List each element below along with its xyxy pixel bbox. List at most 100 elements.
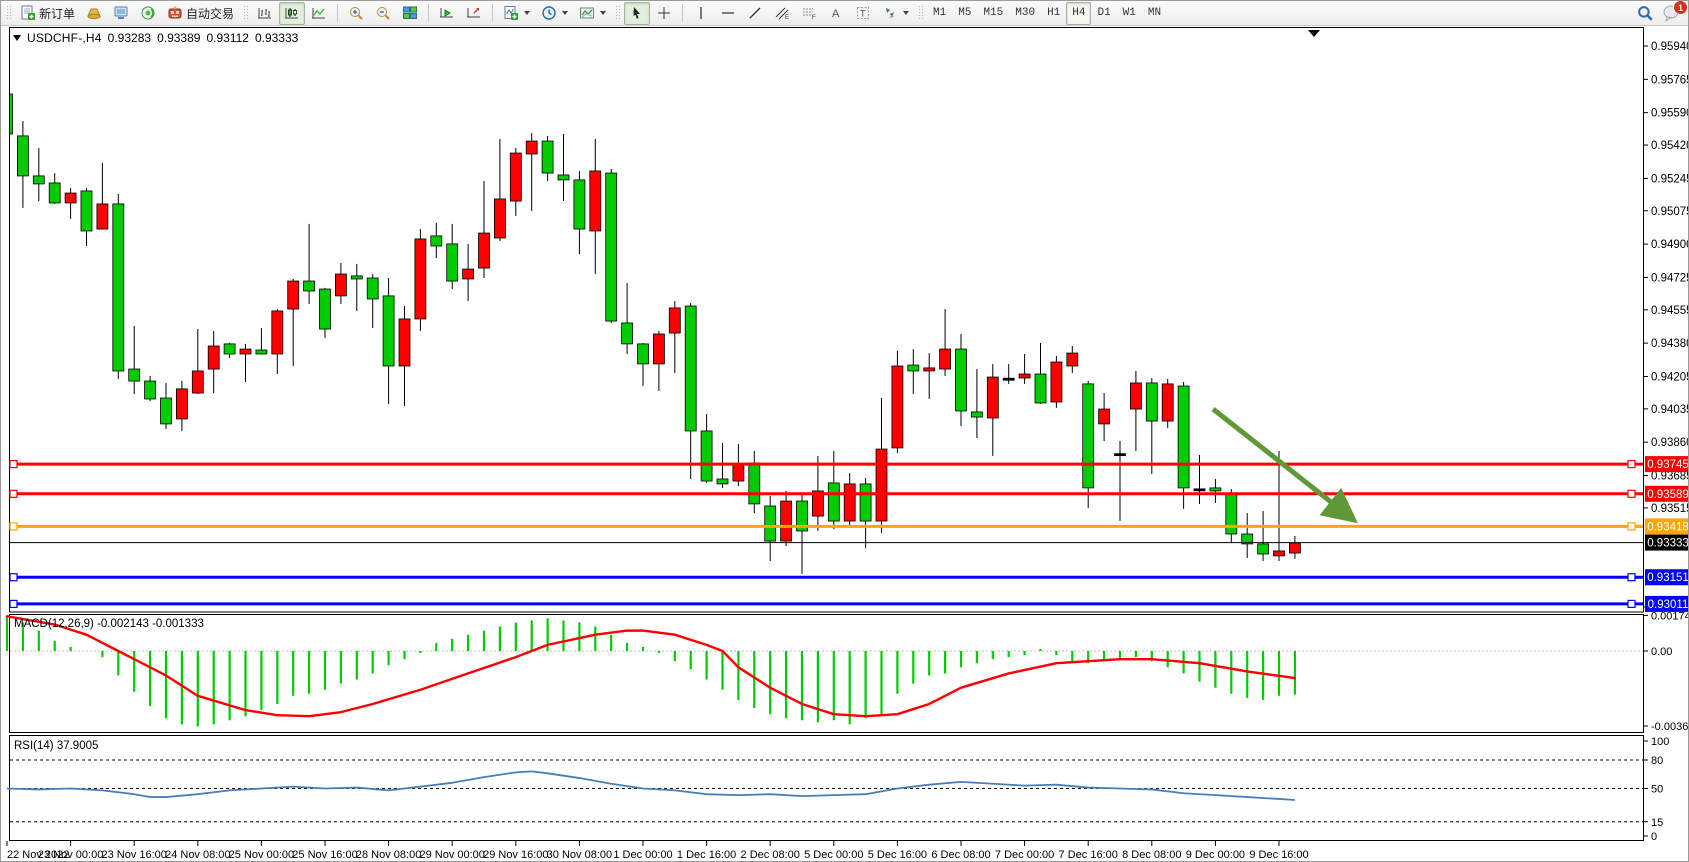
candle-body[interactable] — [1162, 384, 1173, 421]
candle-body[interactable] — [1130, 383, 1141, 409]
timeframe-button-h4[interactable]: H4 — [1066, 2, 1091, 25]
candle-body[interactable] — [860, 484, 871, 521]
candle-body[interactable] — [1051, 362, 1062, 402]
equidistant-channel-tool-button[interactable]: E — [769, 2, 795, 25]
candle-body[interactable] — [987, 377, 998, 418]
candle-body[interactable] — [447, 244, 458, 281]
periods-button[interactable] — [536, 2, 573, 25]
candle-body[interactable] — [638, 344, 649, 364]
candle-body[interactable] — [304, 281, 315, 291]
candle-body[interactable] — [749, 463, 760, 504]
metaeditor-button[interactable] — [81, 2, 107, 25]
candle-body[interactable] — [717, 479, 728, 484]
candle-body[interactable] — [320, 289, 331, 329]
templates-button[interactable] — [574, 2, 611, 25]
candle-body[interactable] — [1003, 378, 1014, 380]
chart-canvas[interactable]: 0.959400.957650.955900.954200.952450.950… — [1, 26, 1689, 862]
candle-body[interactable] — [590, 171, 601, 231]
candle-body[interactable] — [1099, 409, 1110, 424]
crosshair-tool-button[interactable] — [651, 2, 677, 25]
line-handle[interactable] — [10, 574, 17, 581]
candle-body[interactable] — [653, 334, 664, 364]
timeframe-button-mn[interactable]: MN — [1142, 2, 1167, 25]
candle-body[interactable] — [685, 306, 696, 431]
search-icon[interactable] — [1636, 4, 1654, 22]
timeframe-button-m30[interactable]: M30 — [1009, 2, 1041, 25]
candle-body[interactable] — [1194, 489, 1205, 491]
auto-scroll-button[interactable] — [434, 2, 460, 25]
line-handle[interactable] — [10, 490, 17, 497]
candle-body[interactable] — [33, 176, 44, 184]
candle-body[interactable] — [224, 344, 235, 354]
terminal-button[interactable] — [108, 2, 134, 25]
candle-body[interactable] — [1258, 544, 1269, 554]
trendline-tool-button[interactable] — [742, 2, 768, 25]
cursor-tool-button[interactable] — [624, 2, 650, 25]
candle-body[interactable] — [574, 180, 585, 229]
fibonacci-tool-button[interactable]: F — [796, 2, 822, 25]
candle-body[interactable] — [892, 366, 903, 448]
candle-body[interactable] — [129, 369, 140, 381]
timeframe-button-w1[interactable]: W1 — [1117, 2, 1142, 25]
candle-body[interactable] — [97, 204, 108, 229]
arrows-tool-button[interactable] — [877, 2, 914, 25]
candle-body[interactable] — [383, 296, 394, 366]
candle-body[interactable] — [701, 431, 712, 481]
candle-body[interactable] — [1115, 454, 1126, 456]
indicators-button[interactable] — [498, 2, 535, 25]
bar-chart-type-button[interactable] — [252, 2, 278, 25]
candle-body[interactable] — [479, 233, 490, 268]
candle-body[interactable] — [908, 365, 919, 371]
candle-body[interactable] — [208, 346, 219, 369]
candle-body[interactable] — [876, 449, 887, 521]
chart-window[interactable]: USDCHF-,H4 0.93283 0.93389 0.93112 0.933… — [1, 26, 1689, 862]
timeframe-button-d1[interactable]: D1 — [1091, 2, 1116, 25]
zoom-in-button[interactable] — [343, 2, 369, 25]
notifications-button[interactable]: 1 — [1662, 4, 1682, 22]
timeframe-button-h1[interactable]: H1 — [1041, 2, 1066, 25]
candle-body[interactable] — [494, 199, 505, 238]
candle-body[interactable] — [940, 349, 951, 369]
text-tool-button[interactable]: A — [823, 2, 849, 25]
text-label-tool-button[interactable]: T — [850, 2, 876, 25]
candle-body[interactable] — [367, 278, 378, 299]
candle-body[interactable] — [288, 281, 299, 309]
candle-body[interactable] — [542, 141, 553, 173]
candle-body[interactable] — [65, 193, 76, 203]
candle-body[interactable] — [1178, 386, 1189, 488]
market-watch-button[interactable] — [135, 2, 161, 25]
candle-body[interactable] — [765, 506, 776, 541]
line-handle[interactable] — [1628, 490, 1635, 497]
candle-body[interactable] — [622, 323, 633, 344]
candle-body[interactable] — [510, 153, 521, 201]
candle-body[interactable] — [399, 319, 410, 366]
candle-body[interactable] — [781, 501, 792, 541]
line-chart-type-button[interactable] — [306, 2, 332, 25]
candle-body[interactable] — [971, 412, 982, 417]
line-handle[interactable] — [1628, 600, 1635, 607]
timeframe-button-m15[interactable]: M15 — [977, 2, 1009, 25]
candle-body[interactable] — [1210, 488, 1221, 491]
candle-body[interactable] — [176, 389, 187, 419]
auto-trading-button[interactable]: 自动交易 — [162, 2, 239, 25]
candle-body[interactable] — [17, 136, 28, 176]
vertical-line-tool-button[interactable] — [688, 2, 714, 25]
line-handle[interactable] — [10, 461, 17, 468]
candle-body[interactable] — [1289, 543, 1300, 553]
candle-body[interactable] — [113, 204, 124, 371]
line-handle[interactable] — [10, 600, 17, 607]
zoom-out-button[interactable] — [370, 2, 396, 25]
candlestick-chart-type-button[interactable] — [279, 2, 305, 25]
tile-windows-button[interactable] — [397, 2, 423, 25]
candle-body[interactable] — [81, 191, 92, 231]
candle-body[interactable] — [924, 368, 935, 371]
candle-body[interactable] — [558, 175, 569, 180]
timeframe-button-m1[interactable]: M1 — [927, 2, 952, 25]
candle-body[interactable] — [240, 349, 251, 354]
line-handle[interactable] — [1628, 461, 1635, 468]
candle-body[interactable] — [1083, 384, 1094, 488]
line-handle[interactable] — [10, 523, 17, 530]
candle-body[interactable] — [1146, 383, 1157, 421]
new-order-button[interactable]: 新订单 — [15, 2, 80, 25]
candle-body[interactable] — [161, 398, 172, 424]
